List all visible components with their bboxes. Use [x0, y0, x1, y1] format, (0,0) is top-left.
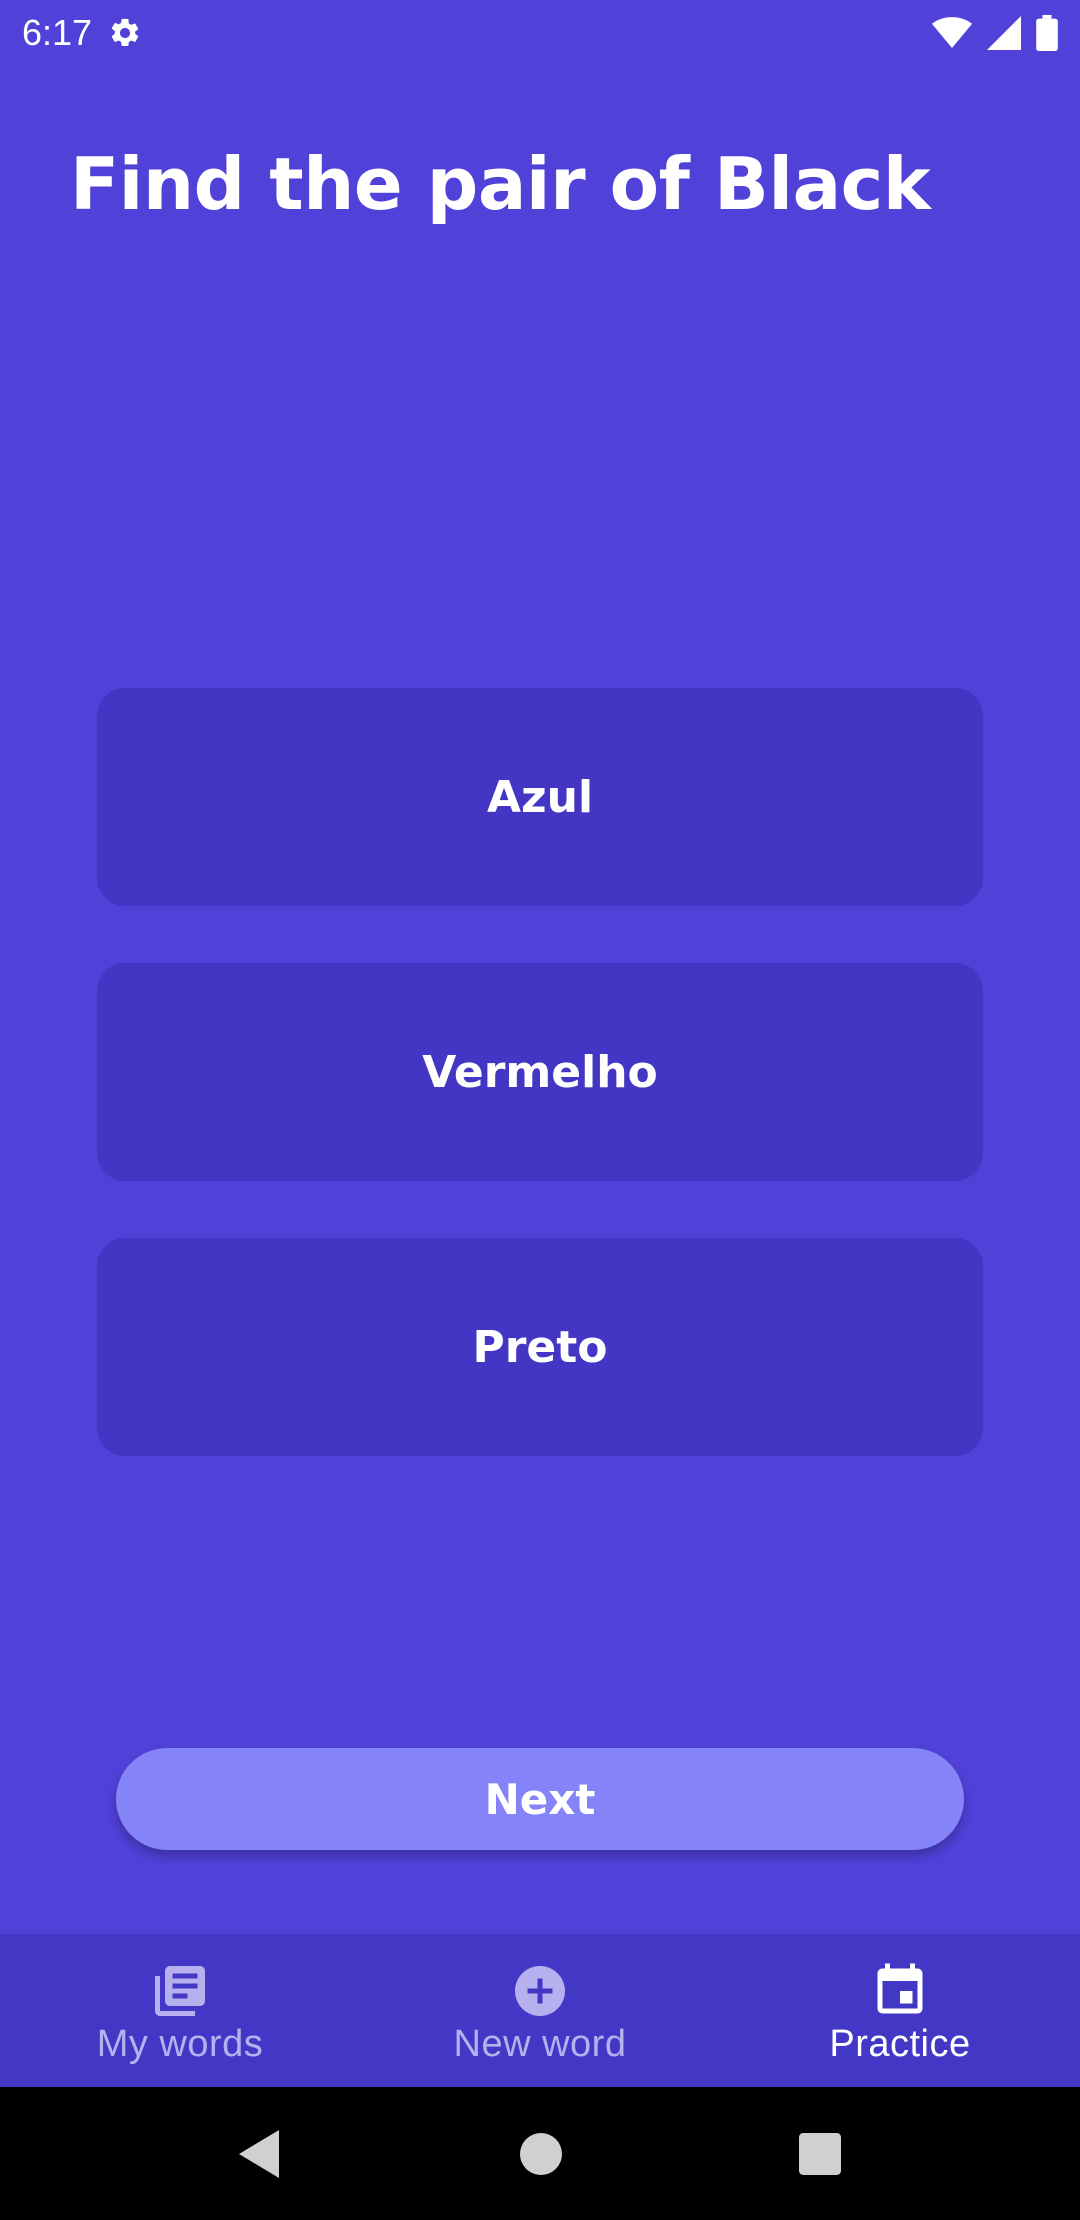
wifi-icon [932, 16, 972, 50]
option-label: Azul [486, 771, 594, 823]
nav-item-new-word[interactable]: New word [360, 1934, 720, 2087]
option-button-azul[interactable]: Azul [97, 688, 983, 906]
option-button-vermelho[interactable]: Vermelho [97, 963, 983, 1181]
option-label: Vermelho [422, 1046, 658, 1098]
next-button-label: Next [484, 1774, 596, 1824]
list-icon [150, 1961, 210, 2021]
status-bar: 6:17 [0, 0, 1080, 66]
answer-options: Azul Vermelho Preto [97, 688, 983, 1513]
calendar-icon [870, 1961, 930, 2021]
settings-icon [108, 16, 142, 50]
system-nav-bar [0, 2087, 1080, 2220]
home-icon[interactable] [519, 2132, 562, 2175]
status-right [932, 15, 1058, 51]
status-left: 6:17 [22, 12, 142, 54]
signal-icon [986, 16, 1022, 50]
nav-item-my-words[interactable]: My words [0, 1934, 360, 2087]
option-label: Preto [472, 1321, 608, 1373]
nav-label-new-word: New word [453, 2023, 627, 2065]
recents-icon[interactable] [799, 2132, 842, 2175]
nav-label-practice: Practice [829, 2023, 971, 2065]
nav-item-practice[interactable]: Practice [720, 1934, 1080, 2087]
back-icon[interactable] [238, 2129, 283, 2178]
battery-icon [1036, 15, 1058, 51]
page-title: Find the pair of Black [70, 142, 931, 226]
option-button-preto[interactable]: Preto [97, 1238, 983, 1456]
status-time: 6:17 [22, 12, 93, 53]
next-button[interactable]: Next [116, 1748, 964, 1850]
bottom-nav: My words New word Practice [0, 1934, 1080, 2087]
nav-label-my-words: My words [96, 2023, 264, 2065]
add-circle-icon [510, 1961, 570, 2021]
